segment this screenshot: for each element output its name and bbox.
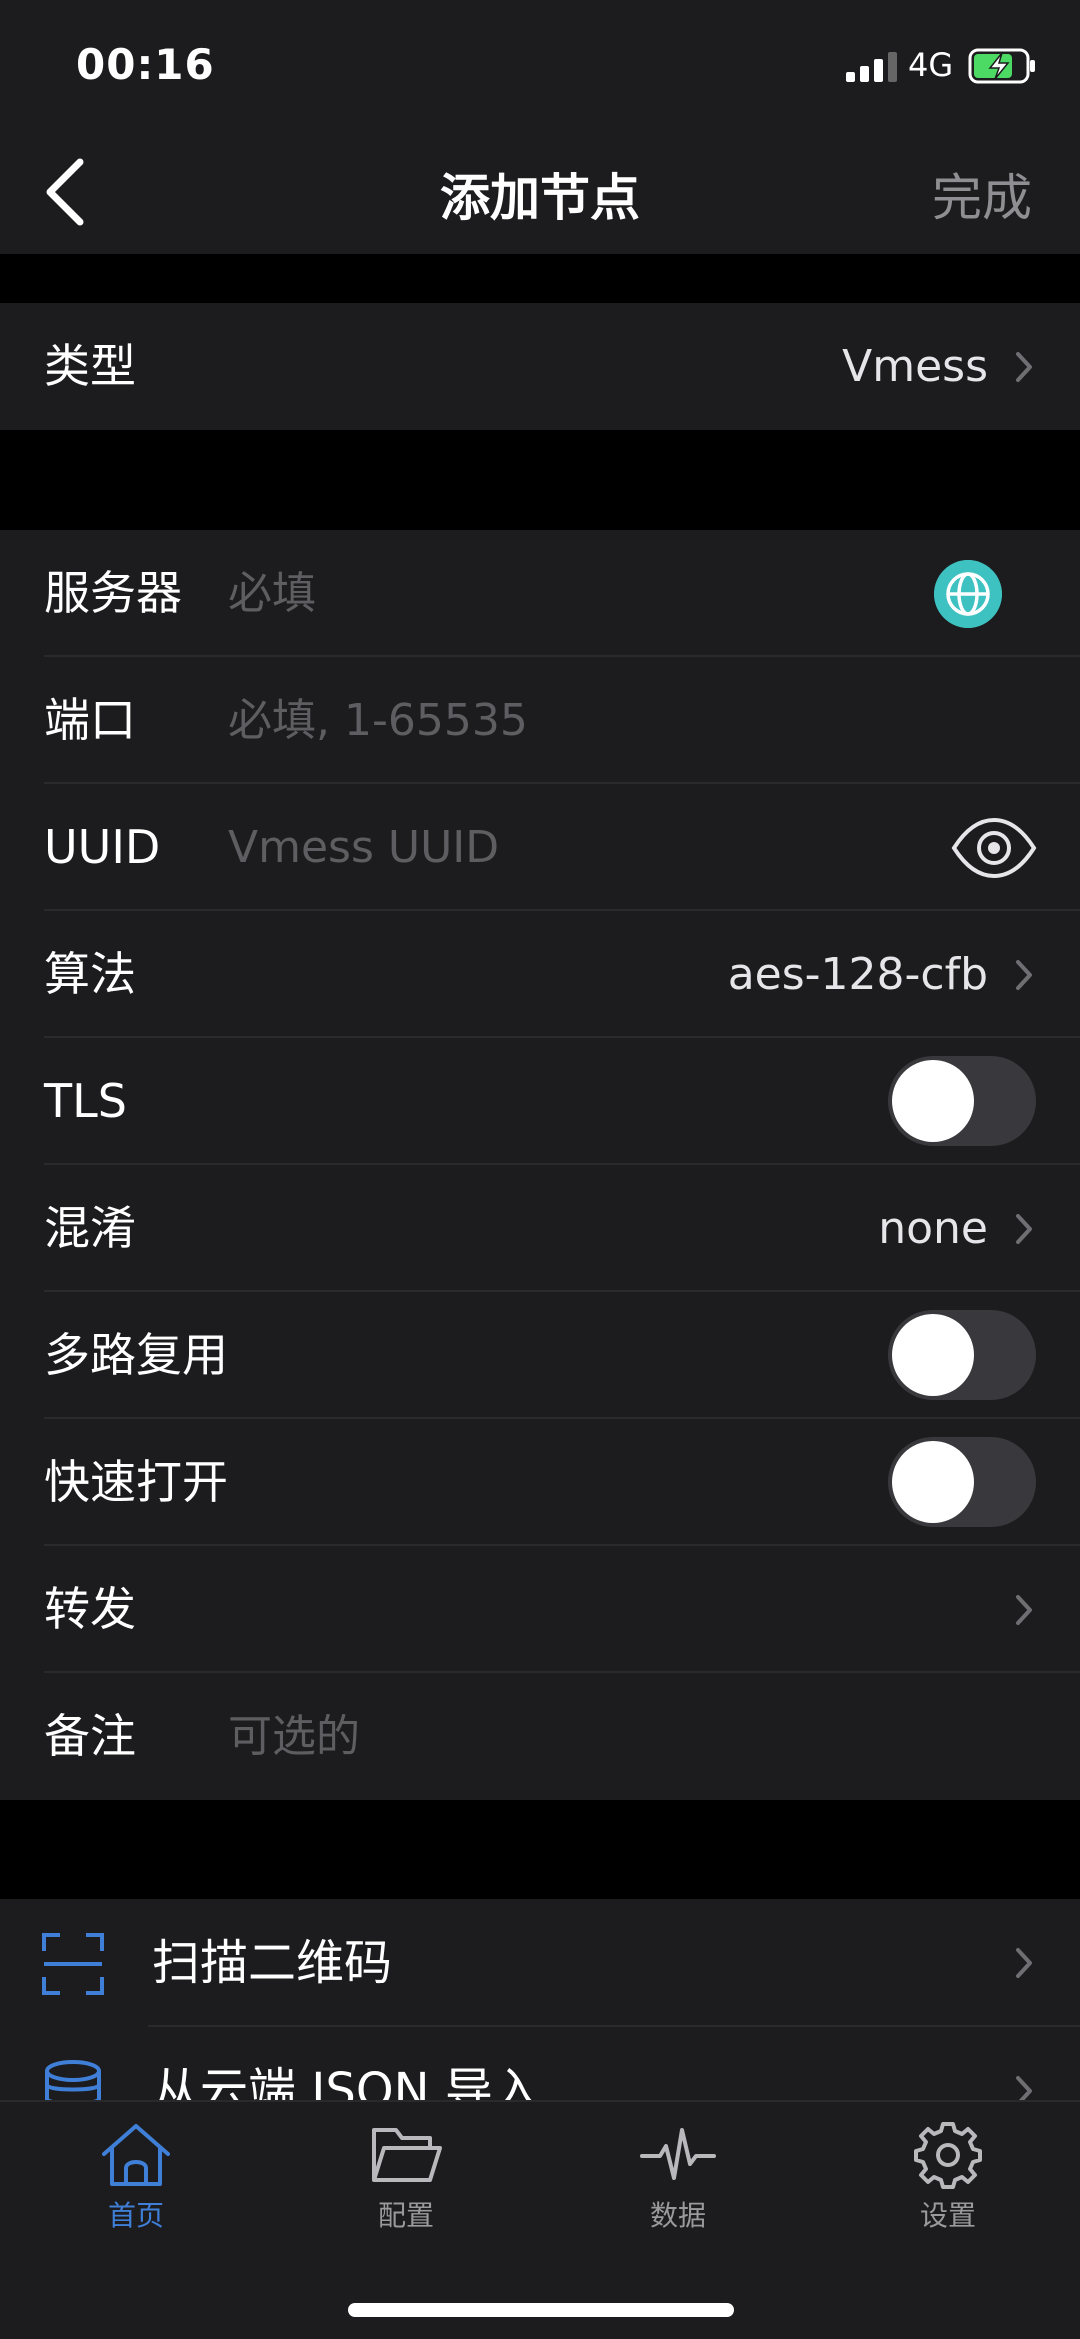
chevron-right-icon	[1016, 1213, 1032, 1244]
obfs-value: none	[878, 1203, 988, 1254]
navigation-bar: 添加节点 完成	[0, 130, 1080, 254]
remark-row: 备注 可选的	[0, 1673, 1080, 1800]
home-icon	[102, 2124, 170, 2186]
status-bar: 00:16 4G	[0, 0, 1080, 130]
uuid-row: UUID Vmess UUID	[0, 784, 1080, 911]
tls-toggle[interactable]	[888, 1056, 1036, 1146]
chevron-right-icon	[1016, 2076, 1032, 2100]
cloud-json-row[interactable]: 从云端 JSON 导入	[0, 2027, 1080, 2100]
chevron-right-icon	[1016, 351, 1032, 382]
obfs-label: 混淆	[44, 1201, 136, 1255]
tab-home[interactable]: 首页	[36, 2120, 236, 2250]
remark-label: 备注	[44, 1709, 136, 1763]
type-value: Vmess	[842, 341, 988, 392]
page-title: 添加节点	[440, 169, 640, 227]
home-indicator	[348, 2303, 734, 2317]
globe-icon[interactable]	[934, 560, 1002, 628]
algorithm-label: 算法	[44, 947, 136, 1001]
chevron-right-icon	[1016, 1594, 1032, 1625]
scan-qr-label: 扫描二维码	[152, 1935, 393, 1991]
port-row: 端口 必填, 1-65535	[0, 657, 1080, 784]
import-section: 扫描二维码 从云端 JSON 导入	[0, 1899, 1080, 2100]
eye-icon[interactable]	[950, 814, 1038, 882]
obfs-row[interactable]: 混淆 none	[0, 1165, 1080, 1292]
server-input[interactable]: 必填	[228, 530, 316, 657]
signal-icon	[846, 50, 898, 82]
forward-row[interactable]: 转发	[0, 1546, 1080, 1673]
chevron-right-icon	[1016, 959, 1032, 990]
algorithm-row[interactable]: 算法 aes-128-cfb	[0, 911, 1080, 1038]
gear-icon	[914, 2122, 982, 2189]
forward-label: 转发	[44, 1582, 136, 1636]
done-button[interactable]: 完成	[932, 158, 1032, 230]
fast-open-toggle[interactable]	[888, 1437, 1036, 1527]
scan-qr-row[interactable]: 扫描二维码	[0, 1899, 1080, 2027]
tab-config[interactable]: 配置	[306, 2120, 506, 2250]
folder-icon	[372, 2128, 442, 2182]
server-label: 服务器	[44, 566, 182, 620]
tab-config-label: 配置	[377, 2199, 434, 2232]
tab-settings[interactable]: 设置	[848, 2120, 1048, 2250]
tab-settings-label: 设置	[919, 2199, 976, 2232]
port-label: 端口	[44, 693, 136, 747]
mux-label: 多路复用	[44, 1328, 228, 1382]
activity-icon	[640, 2128, 716, 2180]
qr-scan-icon	[42, 1933, 104, 1995]
type-row[interactable]: 类型 Vmess	[0, 303, 1080, 430]
mux-toggle[interactable]	[888, 1310, 1036, 1400]
network-type: 4G	[908, 46, 954, 84]
uuid-label: UUID	[44, 820, 161, 874]
tab-home-label: 首页	[107, 2199, 164, 2232]
tab-data[interactable]: 数据	[578, 2120, 778, 2250]
status-time: 00:16	[76, 40, 215, 89]
port-input[interactable]: 必填, 1-65535	[228, 657, 528, 784]
fast-open-row: 快速打开	[0, 1419, 1080, 1546]
server-row: 服务器 必填	[0, 530, 1080, 657]
type-label: 类型	[44, 339, 136, 393]
tls-row: TLS	[0, 1038, 1080, 1165]
tls-label: TLS	[44, 1074, 127, 1128]
fast-open-label: 快速打开	[44, 1455, 228, 1509]
uuid-input[interactable]: Vmess UUID	[228, 784, 499, 911]
cloud-json-label: 从云端 JSON 导入	[152, 2063, 541, 2100]
remark-input[interactable]: 可选的	[228, 1673, 360, 1800]
node-form: 服务器 必填 端口 必填, 1-65535 UUID Vmess UUID 算法…	[0, 530, 1080, 1800]
chevron-right-icon	[1016, 1948, 1032, 1978]
algorithm-value: aes-128-cfb	[727, 949, 988, 1000]
database-icon	[45, 2060, 101, 2100]
mux-row: 多路复用	[0, 1292, 1080, 1419]
tab-data-label: 数据	[649, 2199, 706, 2232]
type-section: 类型 Vmess	[0, 303, 1080, 430]
battery-icon	[968, 48, 1035, 84]
